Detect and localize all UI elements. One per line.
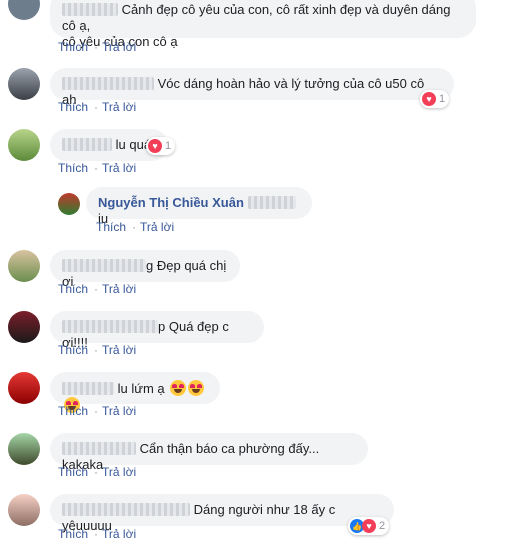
blurred-name xyxy=(62,320,158,333)
comment-bubble: p Quá đẹp c ơi!!!! xyxy=(50,311,264,350)
like-link[interactable]: Thích xyxy=(58,100,88,114)
like-link[interactable]: Thích xyxy=(58,40,88,54)
reply-link[interactable]: Trả lời xyxy=(102,527,136,541)
heart-icon: ♥ xyxy=(422,92,436,106)
comment-bubble: Cẩn thận báo ca phường đấy... kakaka xyxy=(50,433,368,472)
reaction-count[interactable]: 👍 ♥ 2 xyxy=(348,517,390,535)
heart-icon: ♥ xyxy=(362,519,376,533)
avatar[interactable] xyxy=(8,129,40,161)
blurred-name xyxy=(62,442,136,455)
avatar[interactable] xyxy=(8,372,40,404)
avatar[interactable] xyxy=(58,193,80,215)
comment-actions: Thích · Trả lời xyxy=(96,220,175,234)
comment-actions: Thích · Trả lời xyxy=(58,161,137,175)
blurred-name xyxy=(62,503,190,516)
avatar[interactable] xyxy=(8,433,40,465)
like-link[interactable]: Thích xyxy=(58,282,88,296)
reaction-count[interactable]: ♥ 1 xyxy=(420,90,450,108)
reply-author[interactable]: Nguyễn Thị Chiều Xuân xyxy=(98,195,244,210)
comment-text: Cảnh đẹp cô yêu của con, cô rất xinh đẹp… xyxy=(62,2,451,33)
heart-eyes-emoji-icon xyxy=(170,380,187,396)
reply-link[interactable]: Trả lời xyxy=(102,404,136,418)
blurred-name xyxy=(62,382,114,395)
like-link[interactable]: Thích xyxy=(58,465,88,479)
like-link[interactable]: Thích xyxy=(58,404,88,418)
blurred-name xyxy=(247,196,296,209)
comment-actions: Thích · Trả lời xyxy=(58,527,137,541)
comment-bubble: Nguyễn Thị Chiều Xuân iu xyxy=(86,187,312,226)
reaction-count[interactable]: ♥ 1 xyxy=(146,137,176,155)
comment-actions: Thích · Trả lời xyxy=(58,100,137,114)
blurred-name xyxy=(62,77,154,90)
heart-eyes-emoji-icon xyxy=(188,380,205,396)
reply-link[interactable]: Trả lời xyxy=(102,465,136,479)
comment-actions: Thích · Trả lời xyxy=(58,343,137,357)
reply-link[interactable]: Trả lời xyxy=(102,40,136,54)
avatar[interactable] xyxy=(8,0,40,20)
like-link[interactable]: Thích xyxy=(58,343,88,357)
comment-bubble: Vóc dáng hoàn hảo và lý tưởng của cô u50… xyxy=(50,68,454,107)
avatar[interactable] xyxy=(8,250,40,282)
comment-bubble: g Đẹp quá chị ơi xyxy=(50,250,240,289)
comment-text: lu lứm ạ xyxy=(117,381,165,396)
reply-link[interactable]: Trả lời xyxy=(140,220,174,234)
comment-actions: Thích · Trả lời xyxy=(58,40,137,54)
comment-actions: Thích · Trả lời xyxy=(58,404,137,418)
avatar[interactable] xyxy=(8,494,40,526)
blurred-name xyxy=(62,3,118,16)
comment-bubble: Cảnh đẹp cô yêu của con, cô rất xinh đẹp… xyxy=(50,0,476,49)
reply-link[interactable]: Trả lời xyxy=(102,161,136,175)
heart-icon: ♥ xyxy=(148,139,162,153)
blurred-name xyxy=(62,138,112,151)
reply-link[interactable]: Trả lời xyxy=(102,100,136,114)
like-link[interactable]: Thích xyxy=(58,161,88,175)
blurred-name xyxy=(62,259,146,272)
reply-link[interactable]: Trả lời xyxy=(102,343,136,357)
comment-bubble: Dáng người như 18 ấy c yêuuuuu xyxy=(50,494,394,533)
comment-actions: Thích · Trả lời xyxy=(58,282,137,296)
comment-actions: Thích · Trả lời xyxy=(58,465,137,479)
like-link[interactable]: Thích xyxy=(96,220,126,234)
avatar[interactable] xyxy=(8,311,40,343)
like-link[interactable]: Thích xyxy=(58,527,88,541)
reply-link[interactable]: Trả lời xyxy=(102,282,136,296)
comment-bubble: lu lứm ạ xyxy=(50,372,220,413)
avatar[interactable] xyxy=(8,68,40,100)
